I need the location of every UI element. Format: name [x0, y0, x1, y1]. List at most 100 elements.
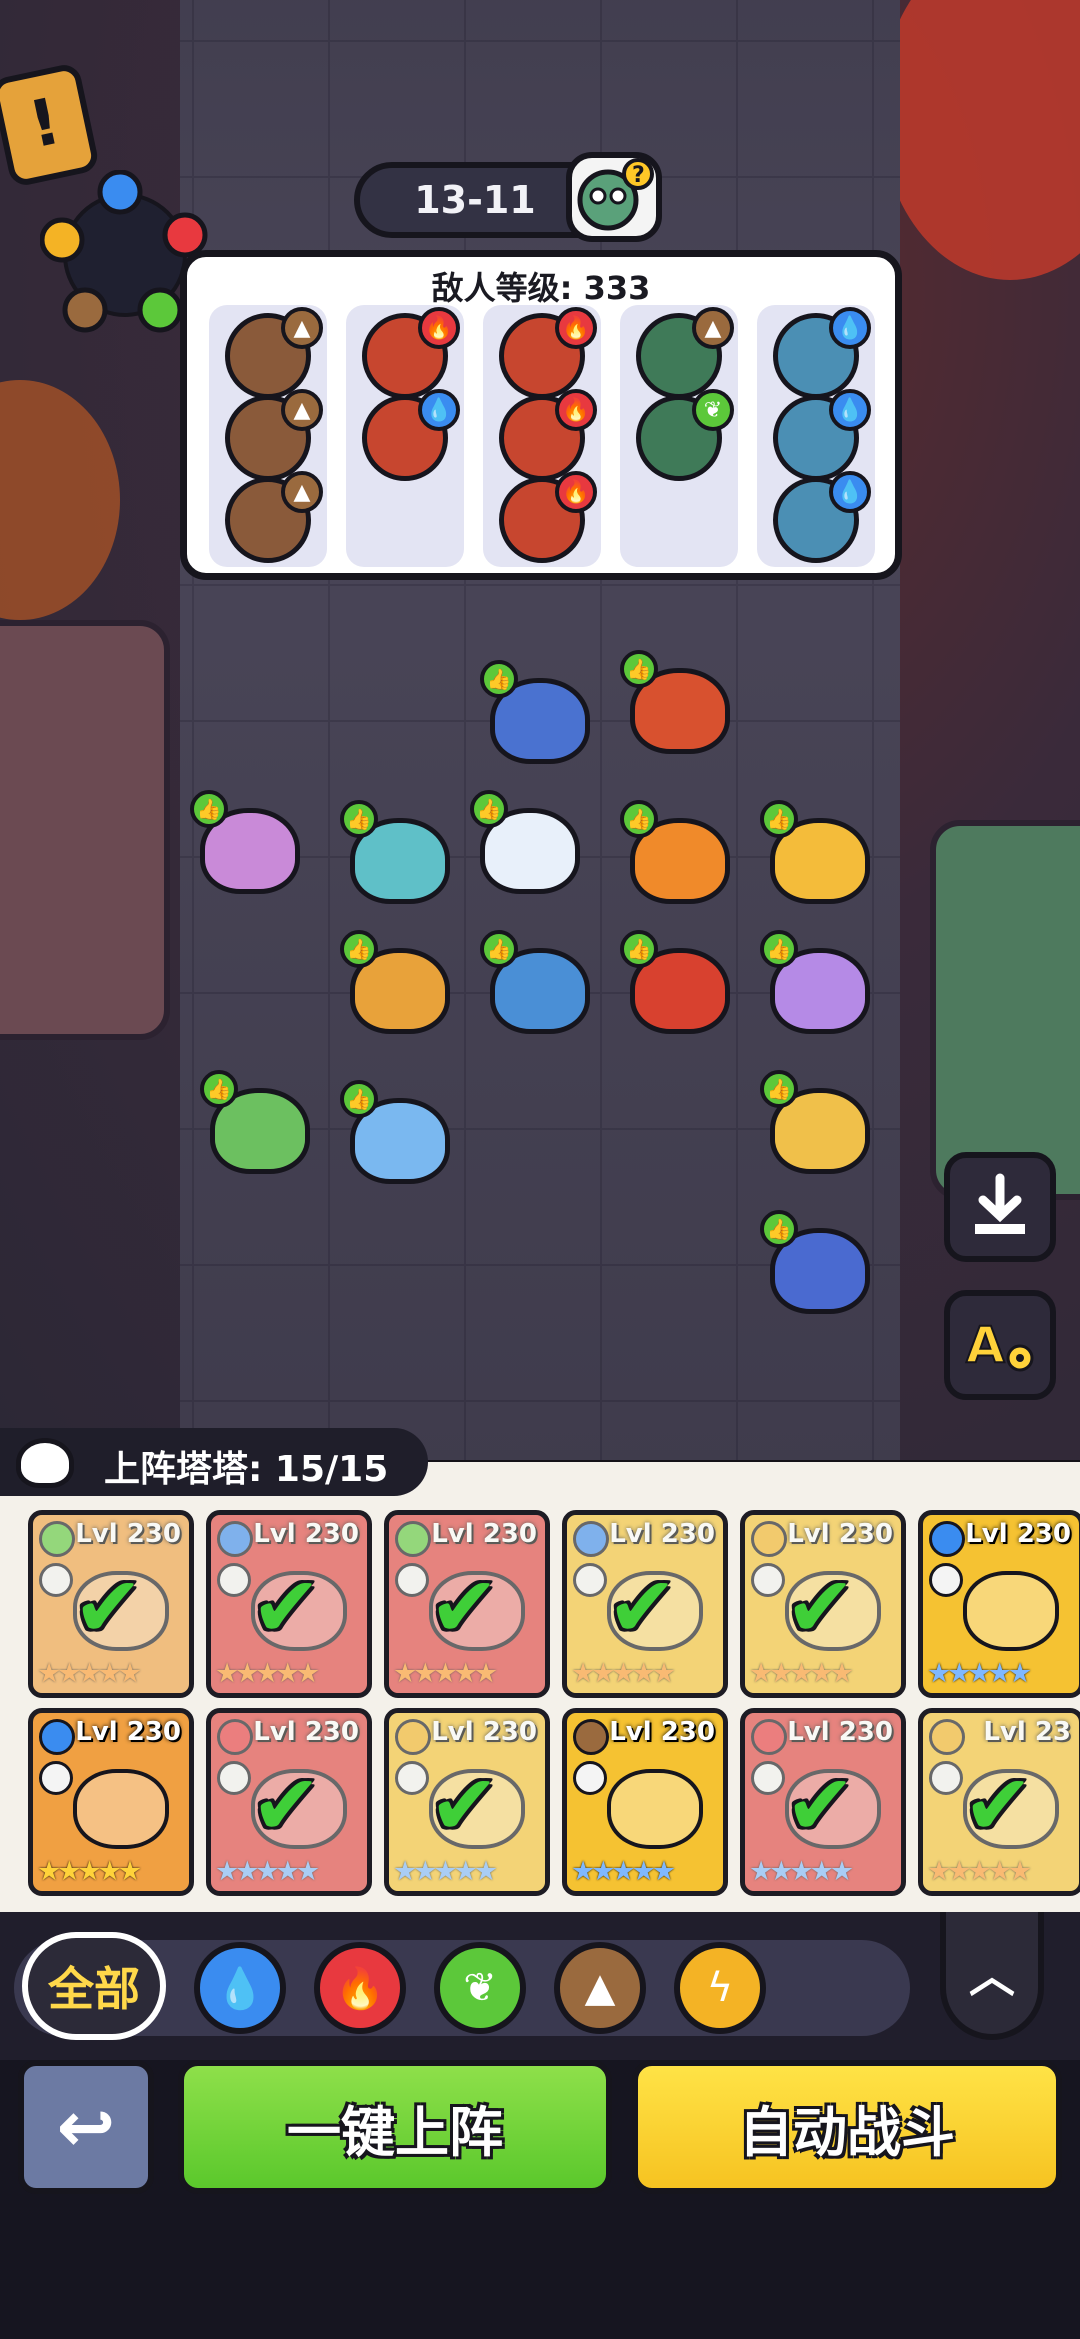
fire-element-icon: 🔥	[555, 307, 597, 349]
enemy-level-label: 敌人等级: 333	[431, 269, 651, 307]
thumbs-up-icon: 👍	[760, 1070, 798, 1108]
download-icon	[975, 1173, 1025, 1234]
filter-fire-button[interactable]: 🔥	[314, 1942, 406, 2034]
collapse-roster-button[interactable]: ︿	[940, 1912, 1044, 2040]
thumbs-up-icon: 👍	[620, 930, 658, 968]
tower-level-label: Lvl 230	[609, 1717, 715, 1747]
star-rating: ★★★★★	[571, 1856, 676, 1887]
filter-all-button[interactable]: 全部	[22, 1932, 166, 2040]
thumbs-up-icon: 👍	[340, 930, 378, 968]
enemy-column: 💧 💧 💧	[757, 305, 875, 567]
zombie-head-icon: ?	[577, 158, 654, 231]
save-formation-button[interactable]	[944, 1152, 1056, 1262]
deployed-tower-unit[interactable]: 👍	[760, 930, 880, 1040]
auto-battle-button[interactable]: 自动战斗	[632, 2060, 1062, 2194]
tower-card[interactable]: Lvl 230 ★★★★★ ✔	[28, 1510, 194, 1698]
filter-nature-button[interactable]: ❦	[434, 1942, 526, 2034]
tower-card[interactable]: Lvl 230 ★★★★★ ✔	[384, 1708, 550, 1896]
tower-card[interactable]: Lvl 230 ★★★★★ ✔	[740, 1708, 906, 1896]
deployed-check-icon: ✔	[73, 1558, 144, 1656]
thumbs-up-icon: 👍	[480, 660, 518, 698]
auto-gear-icon: A	[965, 1315, 1034, 1375]
element-filter-bar: 全部 💧 🔥 ❦ ▲ ϟ ︿	[0, 1912, 1080, 2060]
thumbs-up-icon: 👍	[340, 800, 378, 838]
fire-element-icon: 🔥	[418, 307, 460, 349]
role-icon	[573, 1761, 607, 1795]
roster-header: 上阵塔塔: 15/15	[0, 1428, 428, 1496]
deployed-tower-unit[interactable]: 👍	[620, 930, 740, 1040]
deployed-tower-unit[interactable]: 👍	[760, 800, 880, 910]
tower-card[interactable]: Lvl 23 ★★★★★ ✔	[918, 1708, 1080, 1896]
lava-glow	[0, 380, 120, 620]
deployed-tower-unit[interactable]: 👍	[760, 1210, 880, 1320]
tower-card[interactable]: Lvl 230 ★★★★★ ✔	[206, 1708, 372, 1896]
thumbs-up-icon: 👍	[620, 800, 658, 838]
tower-card[interactable]: Lvl 230 ★★★★★	[28, 1708, 194, 1896]
tower-level-label: Lvl 230	[965, 1519, 1071, 1549]
water-element-icon	[929, 1521, 965, 1557]
fire-element-icon: 🔥	[555, 389, 597, 431]
tower-card[interactable]: Lvl 230 ★★★★★	[562, 1708, 728, 1896]
tower-card[interactable]: Lvl 230 ★★★★★ ✔	[384, 1510, 550, 1698]
lava-pool	[880, 0, 1080, 280]
thumbs-up-icon: 👍	[340, 1080, 378, 1118]
enemy-column: ▲ ❦	[620, 305, 738, 567]
deployed-tower-unit[interactable]: 👍	[480, 930, 600, 1040]
back-button[interactable]: ↩	[18, 2060, 154, 2194]
deployed-tower-unit[interactable]: 👍	[480, 660, 600, 770]
deployed-tower-unit[interactable]: 👍	[620, 650, 740, 760]
auto-settings-button[interactable]: A	[944, 1290, 1056, 1400]
earth-element-icon: ▲	[281, 389, 323, 431]
filter-electric-button[interactable]: ϟ	[674, 1942, 766, 2034]
thumbs-up-icon: 👍	[190, 790, 228, 828]
tower-card[interactable]: Lvl 230 ★★★★★ ✔	[206, 1510, 372, 1698]
deployed-tower-unit[interactable]: 👍	[340, 800, 460, 910]
star-rating: ★★★★★	[37, 1856, 142, 1887]
deployed-check-icon: ✔	[607, 1558, 678, 1656]
deployed-check-icon: ✔	[963, 1756, 1034, 1854]
chevron-up-icon: ︿	[969, 1949, 1015, 2003]
return-arrow-icon: ↩	[56, 2086, 116, 2168]
action-bar: ↩ 一键上阵 自动战斗	[0, 2060, 1080, 2339]
water-element-icon	[39, 1719, 75, 1755]
role-icon	[39, 1761, 73, 1795]
enemy-column: 🔥 💧	[346, 305, 464, 567]
filter-earth-button[interactable]: ▲	[554, 1942, 646, 2034]
deployed-tower-unit[interactable]: 👍	[340, 1080, 460, 1190]
tower-card[interactable]: Lvl 230 ★★★★★	[918, 1510, 1080, 1698]
star-rating: ★★★★★	[927, 1658, 1032, 1689]
deployed-check-icon: ✔	[429, 1558, 500, 1656]
earth-element-icon: ▲	[281, 471, 323, 513]
earth-element-icon	[573, 1719, 609, 1755]
tower-portrait	[607, 1769, 703, 1849]
tower-level-label: Lvl 230	[75, 1717, 181, 1747]
stage-number: 13-11	[414, 178, 536, 222]
water-element-icon: 💧	[829, 471, 871, 513]
deployed-tower-unit[interactable]: 👍	[190, 790, 310, 900]
filter-water-button[interactable]: 💧	[194, 1942, 286, 2034]
deployed-tower-unit[interactable]: 👍	[760, 1070, 880, 1180]
enemy-panel: 敌人等级: 333 ▲ ▲ ▲ 🔥 💧 🔥 🔥 🔥 ▲ ❦ 💧 💧 💧	[180, 250, 902, 580]
enemy-column: ▲ ▲ ▲	[209, 305, 327, 567]
cat-face-icon	[16, 1438, 74, 1488]
battlefield: ! 13-11 ? 敌人等级: 333 ▲ ▲ ▲ 🔥 💧 🔥 🔥 🔥 ▲ ❦ 💧 💧 💧 👍 👍 👍 👍 👍 👍…	[0, 0, 1080, 1460]
tower-card[interactable]: Lvl 230 ★★★★★ ✔	[740, 1510, 906, 1698]
enemy-column: 🔥 🔥 🔥	[483, 305, 601, 567]
deployed-count-label: 上阵塔塔: 15/15	[104, 1449, 389, 1490]
deployed-tower-unit[interactable]: 👍	[340, 930, 460, 1040]
thumbs-up-icon: 👍	[200, 1070, 238, 1108]
earth-element-icon: ▲	[281, 307, 323, 349]
deployed-tower-unit[interactable]: 👍	[470, 790, 590, 900]
water-element-icon: 💧	[829, 389, 871, 431]
pipe-left	[0, 620, 170, 1040]
tower-card[interactable]: Lvl 230 ★★★★★ ✔	[562, 1510, 728, 1698]
one-click-deploy-button[interactable]: 一键上阵	[178, 2060, 612, 2194]
boss-info-button[interactable]: ?	[566, 152, 662, 242]
thumbs-up-icon: 👍	[760, 930, 798, 968]
svg-text:A: A	[966, 1316, 1005, 1374]
deployed-check-icon: ✔	[785, 1558, 856, 1656]
role-icon	[929, 1563, 963, 1597]
deployed-tower-unit[interactable]: 👍	[620, 800, 740, 910]
thumbs-up-icon: 👍	[620, 650, 658, 688]
deployed-tower-unit[interactable]: 👍	[200, 1070, 320, 1180]
